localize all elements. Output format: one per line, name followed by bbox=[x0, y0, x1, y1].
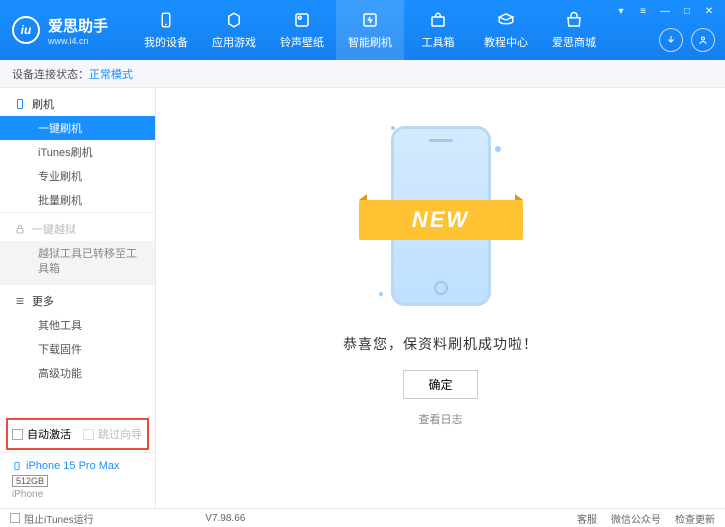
nav-toolbox[interactable]: 工具箱 bbox=[404, 0, 472, 60]
tutorial-icon bbox=[496, 10, 516, 30]
version-label: V7.98.66 bbox=[205, 513, 245, 524]
header-actions bbox=[659, 28, 715, 52]
nav-apps-games[interactable]: 应用游戏 bbox=[200, 0, 268, 60]
phone-icon bbox=[156, 10, 176, 30]
sidebar-item-advanced[interactable]: 高级功能 bbox=[0, 361, 155, 385]
flash-icon bbox=[360, 10, 380, 30]
success-illustration: NEW bbox=[371, 116, 511, 316]
checkbox-icon bbox=[12, 429, 23, 440]
sidebar: 刷机 一键刷机 iTunes刷机 专业刷机 批量刷机 一键越狱 越狱工具已转移至… bbox=[0, 88, 156, 508]
device-name: iPhone 15 Pro Max bbox=[26, 460, 120, 472]
download-button[interactable] bbox=[659, 28, 683, 52]
toolbox-icon bbox=[428, 10, 448, 30]
status-mode: 正常模式 bbox=[89, 66, 133, 82]
main-panel: NEW 恭喜您，保资料刷机成功啦！ 确定 查看日志 bbox=[156, 88, 725, 508]
status-label: 设备连接状态： bbox=[12, 66, 89, 82]
footer-link-update[interactable]: 检查更新 bbox=[675, 511, 715, 526]
app-url: www.i4.cn bbox=[48, 36, 108, 46]
device-capacity: 512GB bbox=[12, 475, 48, 487]
user-button[interactable] bbox=[691, 28, 715, 52]
image-icon bbox=[292, 10, 312, 30]
phone-small-icon bbox=[14, 98, 26, 110]
skin-button[interactable]: ▾ bbox=[611, 4, 631, 18]
checkbox-skip-setup[interactable]: 跳过向导 bbox=[83, 426, 142, 442]
menu-button[interactable]: ≡ bbox=[633, 4, 653, 18]
sidebar-jailbreak-moved[interactable]: 越狱工具已转移至工具箱 bbox=[0, 241, 155, 284]
sidebar-item-batch-flash[interactable]: 批量刷机 bbox=[0, 188, 155, 212]
footer-link-wechat[interactable]: 微信公众号 bbox=[611, 511, 661, 526]
store-icon bbox=[564, 10, 584, 30]
device-block[interactable]: iPhone 15 Pro Max 512GB iPhone bbox=[0, 452, 155, 508]
sidebar-item-download-firmware[interactable]: 下载固件 bbox=[0, 337, 155, 361]
sidebar-section-flash[interactable]: 刷机 bbox=[0, 88, 155, 116]
list-icon bbox=[14, 295, 26, 307]
status-bar: 设备连接状态： 正常模式 bbox=[0, 60, 725, 88]
sidebar-item-oneclick-flash[interactable]: 一键刷机 bbox=[0, 116, 155, 140]
titlebar: iu 爱思助手 www.i4.cn 我的设备 应用游戏 铃声壁纸 智能刷机 工具… bbox=[0, 0, 725, 60]
close-button[interactable]: ✕ bbox=[699, 4, 719, 18]
logo-icon: iu bbox=[12, 16, 40, 44]
checkbox-auto-activate[interactable]: 自动激活 bbox=[12, 426, 71, 442]
checkbox-block-itunes[interactable]: 阻止iTunes运行 bbox=[10, 511, 94, 526]
maximize-button[interactable]: □ bbox=[677, 4, 697, 18]
sidebar-section-jailbreak: 一键越狱 bbox=[0, 212, 155, 241]
app-title: 爱思助手 bbox=[48, 15, 108, 36]
new-ribbon: NEW bbox=[359, 200, 523, 240]
nav-ringtones-wallpapers[interactable]: 铃声壁纸 bbox=[268, 0, 336, 60]
app-logo: iu 爱思助手 www.i4.cn bbox=[12, 15, 108, 46]
minimize-button[interactable]: — bbox=[655, 4, 675, 18]
footer: 阻止iTunes运行 V7.98.66 客服 微信公众号 检查更新 bbox=[0, 508, 725, 527]
top-nav: 我的设备 应用游戏 铃声壁纸 智能刷机 工具箱 教程中心 爱思商城 bbox=[132, 0, 608, 60]
nav-my-device[interactable]: 我的设备 bbox=[132, 0, 200, 60]
checkbox-icon bbox=[83, 429, 94, 440]
nav-tutorials[interactable]: 教程中心 bbox=[472, 0, 540, 60]
success-message: 恭喜您，保资料刷机成功啦！ bbox=[343, 334, 538, 354]
nav-smart-flash[interactable]: 智能刷机 bbox=[336, 0, 404, 60]
sidebar-section-more[interactable]: 更多 bbox=[0, 284, 155, 313]
sidebar-item-itunes-flash[interactable]: iTunes刷机 bbox=[0, 140, 155, 164]
ok-button[interactable]: 确定 bbox=[403, 370, 477, 399]
sidebar-item-other-tools[interactable]: 其他工具 bbox=[0, 313, 155, 337]
app-icon bbox=[224, 10, 244, 30]
device-type: iPhone bbox=[12, 489, 145, 500]
checkbox-icon bbox=[10, 513, 20, 523]
nav-store[interactable]: 爱思商城 bbox=[540, 0, 608, 60]
view-log-link[interactable]: 查看日志 bbox=[419, 411, 463, 427]
lock-icon bbox=[14, 223, 26, 235]
window-controls: ▾ ≡ — □ ✕ bbox=[611, 4, 719, 18]
sidebar-item-pro-flash[interactable]: 专业刷机 bbox=[0, 164, 155, 188]
device-phone-icon bbox=[12, 459, 22, 473]
footer-link-support[interactable]: 客服 bbox=[577, 511, 597, 526]
activation-options: 自动激活 跳过向导 bbox=[6, 418, 149, 450]
